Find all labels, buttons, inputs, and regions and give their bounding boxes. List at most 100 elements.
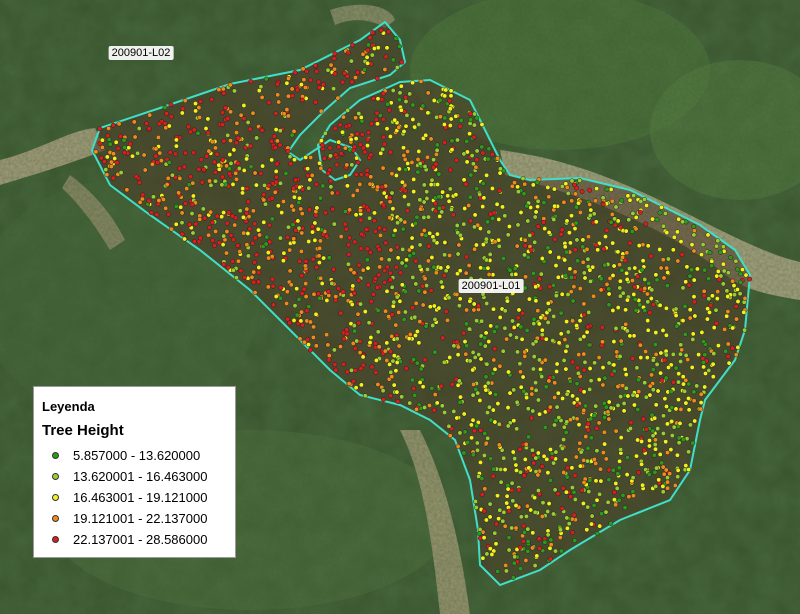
tree-point	[539, 463, 545, 469]
tree-point	[536, 321, 542, 327]
tree-point	[513, 503, 519, 508]
tree-point	[673, 406, 679, 412]
parcel-label-l02[interactable]: 200901-L02	[108, 46, 174, 60]
tree-point	[498, 467, 504, 472]
tree-point	[438, 265, 444, 271]
tree-point	[383, 308, 389, 314]
tree-point	[273, 127, 279, 133]
tree-point	[720, 244, 726, 250]
tree-point	[588, 416, 594, 422]
tree-point	[390, 57, 396, 63]
tree-point	[687, 273, 693, 279]
tree-point	[181, 164, 187, 170]
tree-point	[467, 194, 473, 200]
tree-point	[367, 35, 373, 41]
tree-point	[676, 216, 682, 222]
tree-point	[572, 538, 578, 543]
tree-point	[524, 327, 530, 333]
tree-point	[515, 184, 521, 190]
tree-point	[342, 209, 348, 214]
tree-point	[576, 352, 582, 358]
tree-point	[725, 309, 731, 315]
tree-point	[357, 208, 363, 214]
tree-point	[613, 204, 619, 210]
map-view[interactable]: 200901-L02 200901-L01 Leyenda Tree Heigh…	[0, 0, 800, 614]
tree-point	[377, 225, 383, 231]
tree-point	[191, 127, 197, 133]
tree-point	[354, 338, 360, 344]
tree-point	[655, 426, 661, 432]
parcel-label-l01[interactable]: 200901-L01	[458, 279, 524, 293]
tree-point	[619, 267, 625, 273]
tree-point	[730, 278, 736, 284]
tree-point	[574, 237, 580, 243]
tree-point	[548, 447, 553, 452]
tree-point	[615, 471, 621, 477]
tree-point	[317, 295, 323, 301]
tree-point	[615, 249, 621, 255]
tree-point	[154, 212, 160, 218]
tree-point	[122, 150, 127, 156]
tree-point	[683, 463, 689, 469]
tree-point	[417, 161, 423, 167]
tree-point	[353, 115, 359, 121]
tree-point	[486, 146, 492, 152]
tree-point	[699, 252, 704, 258]
tree-point	[686, 395, 691, 401]
tree-point	[287, 247, 293, 253]
tree-point	[587, 202, 593, 207]
tree-point	[158, 158, 164, 164]
tree-point	[647, 438, 652, 443]
tree-point	[584, 527, 590, 533]
tree-point	[450, 212, 456, 218]
tree-point	[437, 114, 443, 120]
tree-point	[407, 91, 413, 97]
tree-point	[186, 124, 192, 130]
tree-point	[534, 180, 540, 185]
tree-point	[591, 293, 597, 299]
tree-point	[585, 421, 591, 427]
tree-point	[104, 154, 110, 160]
tree-point	[331, 56, 337, 62]
tree-point	[291, 185, 297, 191]
tree-point	[562, 244, 568, 250]
tree-point	[302, 85, 308, 90]
tree-point	[226, 210, 232, 216]
tree-point	[332, 362, 338, 368]
tree-point	[384, 45, 390, 51]
tree-point	[689, 242, 695, 248]
tree-point	[411, 176, 417, 182]
tree-point	[477, 527, 483, 532]
tree-point	[300, 322, 306, 328]
tree-point	[703, 371, 708, 376]
tree-point	[551, 511, 556, 517]
tree-point	[584, 246, 590, 252]
tree-point	[454, 339, 460, 345]
tree-point	[401, 129, 407, 134]
tree-point	[214, 213, 220, 219]
tree-point	[494, 201, 500, 207]
tree-point	[514, 426, 520, 432]
tree-point	[389, 284, 395, 290]
tree-point	[568, 274, 574, 280]
tree-point	[483, 440, 489, 446]
tree-point	[292, 303, 298, 309]
tree-point	[692, 299, 697, 305]
tree-point	[586, 309, 592, 315]
tree-point	[337, 122, 343, 128]
tree-point	[678, 406, 684, 412]
tree-point	[552, 395, 558, 400]
tree-point	[625, 193, 631, 199]
tree-point	[680, 437, 686, 443]
tree-point	[147, 112, 153, 118]
tree-point	[376, 272, 382, 278]
tree-point	[306, 304, 312, 310]
tree-point	[436, 171, 442, 177]
tree-point	[318, 275, 324, 281]
tree-point	[280, 258, 286, 264]
tree-point	[331, 86, 337, 92]
tree-point	[245, 199, 251, 205]
tree-point	[417, 379, 423, 385]
tree-point	[490, 371, 496, 376]
tree-point	[392, 227, 398, 233]
